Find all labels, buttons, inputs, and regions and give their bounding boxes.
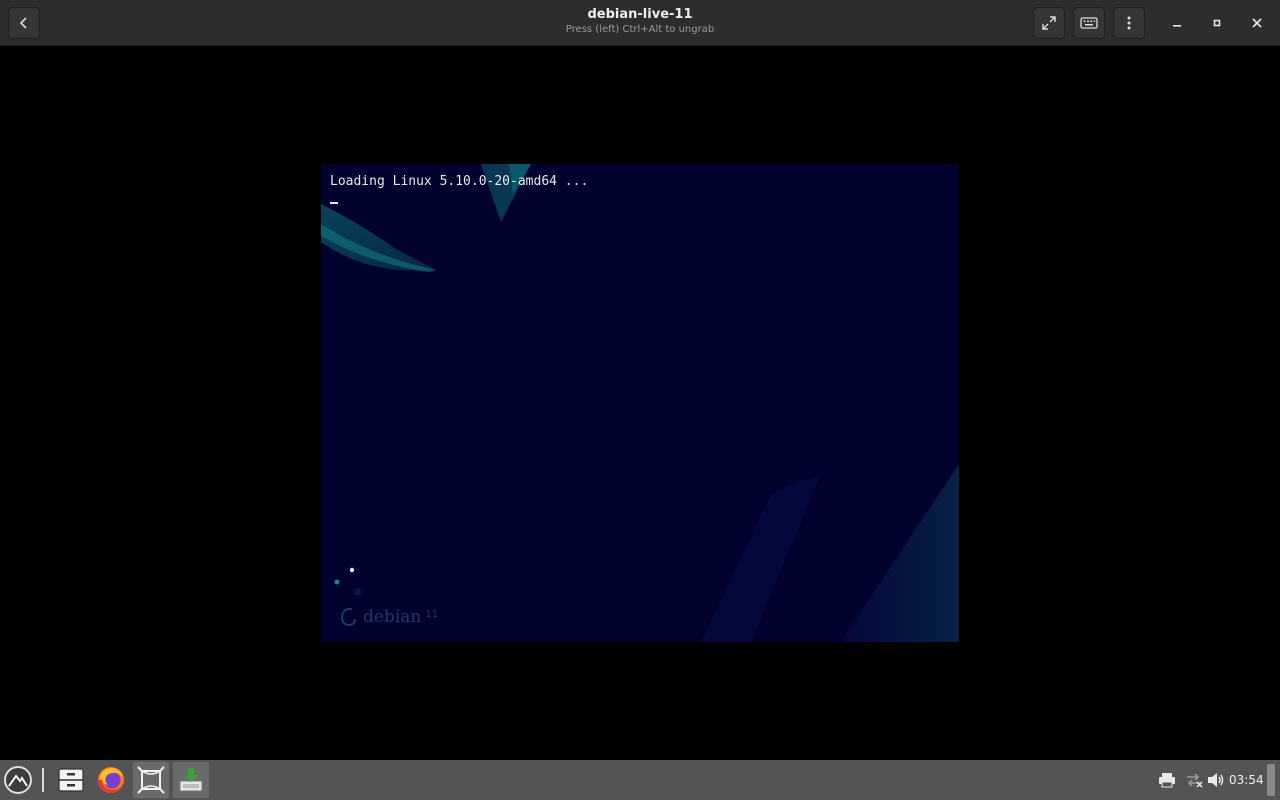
back-button[interactable] — [8, 7, 40, 39]
header-bar: debian-live-11 Press (left) Ctrl+Alt to … — [0, 0, 1280, 46]
virtual-machine-manager-button[interactable] — [133, 762, 169, 798]
debian-wordmark: debian — [363, 607, 422, 627]
show-desktop-button[interactable] — [1267, 764, 1275, 796]
window-title: debian-live-11 — [587, 7, 693, 22]
firefox-icon — [98, 767, 124, 793]
text-cursor — [330, 202, 338, 204]
taskbar-separator — [42, 768, 44, 792]
install-debian-button[interactable] — [173, 762, 209, 798]
printer-tray-item[interactable] — [1158, 760, 1176, 800]
fullscreen-button[interactable] — [1033, 7, 1065, 39]
maximize-button[interactable] — [1206, 12, 1228, 34]
debian-swirl-icon — [340, 607, 356, 627]
debian-logo: debian 11 — [339, 606, 438, 628]
close-button[interactable] — [1246, 12, 1268, 34]
volume-icon — [1208, 773, 1224, 787]
boot-message: Loading Linux 5.10.0-20-amd64 ... — [330, 174, 589, 189]
menu-button[interactable] — [1113, 7, 1145, 39]
window-subtitle: Press (left) Ctrl+Alt to ungrab — [565, 24, 715, 35]
minimize-icon — [1173, 25, 1181, 27]
maximize-icon — [1213, 19, 1221, 27]
vm-display[interactable]: Loading Linux 5.10.0-20-amd64 ... debian… — [321, 164, 959, 642]
taskbar: 03:54 — [0, 760, 1280, 800]
window-title-area: debian-live-11 Press (left) Ctrl+Alt to … — [440, 6, 840, 37]
expand-arrows-icon — [1042, 16, 1056, 30]
chevron-left-icon — [19, 17, 27, 29]
network-tray-item[interactable] — [1184, 760, 1204, 800]
send-keys-button[interactable] — [1073, 7, 1105, 39]
volume-tray-item[interactable] — [1206, 760, 1226, 800]
file-cabinet-icon — [58, 768, 84, 792]
firefox-button[interactable] — [93, 762, 129, 798]
printer-icon — [1159, 773, 1175, 788]
vertical-dots-icon — [1127, 16, 1131, 30]
debian-version: 11 — [425, 608, 439, 620]
close-icon — [1252, 18, 1262, 28]
network-disconnected-icon — [1187, 773, 1203, 788]
debian-wallpaper-art — [321, 164, 959, 642]
mountain-logo-icon — [4, 766, 32, 794]
clock[interactable]: 03:54 — [1229, 772, 1264, 788]
minimize-button[interactable] — [1166, 12, 1188, 34]
app-menu-button[interactable] — [0, 762, 36, 798]
file-manager-button[interactable] — [53, 762, 89, 798]
keyboard-icon — [1080, 17, 1098, 29]
vm-frame-icon — [137, 766, 165, 794]
download-tray-icon — [179, 768, 203, 792]
